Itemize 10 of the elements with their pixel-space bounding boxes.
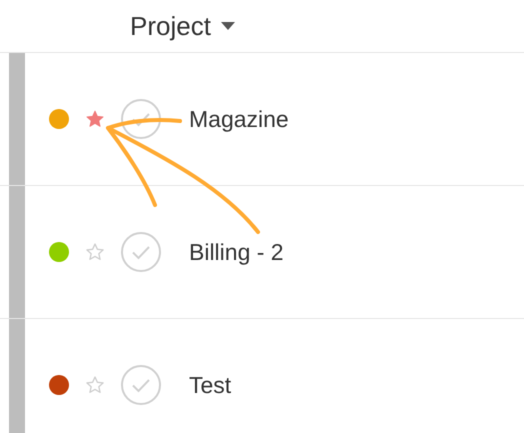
project-name[interactable]: Magazine — [189, 106, 289, 132]
star-icon[interactable] — [85, 109, 105, 129]
project-name[interactable]: Billing - 2 — [189, 238, 284, 266]
project-name[interactable]: Test — [189, 372, 232, 398]
check-circle-icon[interactable] — [121, 232, 161, 272]
star-icon[interactable] — [85, 242, 105, 262]
star-icon[interactable] — [85, 375, 105, 395]
check-circle-icon[interactable] — [121, 365, 161, 405]
column-header[interactable]: Project — [130, 10, 235, 42]
check-circle-icon[interactable] — [121, 99, 161, 139]
